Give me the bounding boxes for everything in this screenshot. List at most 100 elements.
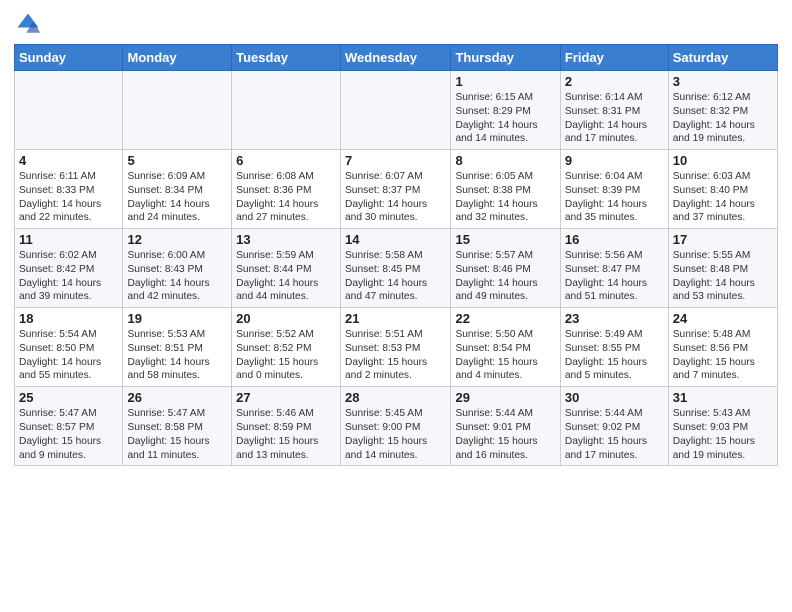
calendar-cell: 5 Sunrise: 6:09 AM Sunset: 8:34 PM Daylig… (123, 150, 232, 229)
day-info: Sunrise: 5:45 AM Sunset: 9:00 PM Dayligh… (345, 407, 446, 462)
day-number: 16 (565, 232, 664, 247)
logo-icon (14, 10, 42, 38)
day-info: Sunrise: 6:02 AM Sunset: 8:42 PM Dayligh… (19, 249, 118, 304)
day-info: Sunrise: 6:14 AM Sunset: 8:31 PM Dayligh… (565, 91, 664, 146)
day-info: Sunrise: 5:54 AM Sunset: 8:50 PM Dayligh… (19, 328, 118, 383)
day-number: 28 (345, 390, 446, 405)
weekday-header-saturday: Saturday (668, 45, 777, 71)
weekday-header-thursday: Thursday (451, 45, 560, 71)
day-number: 30 (565, 390, 664, 405)
day-info: Sunrise: 5:47 AM Sunset: 8:57 PM Dayligh… (19, 407, 118, 462)
calendar-cell: 2 Sunrise: 6:14 AM Sunset: 8:31 PM Daylig… (560, 71, 668, 150)
day-info: Sunrise: 5:51 AM Sunset: 8:53 PM Dayligh… (345, 328, 446, 383)
day-info: Sunrise: 6:05 AM Sunset: 8:38 PM Dayligh… (455, 170, 555, 225)
calendar-cell: 19 Sunrise: 5:53 AM Sunset: 8:51 PM Dayli… (123, 308, 232, 387)
calendar-cell: 1Sunrise: 6:15 AM Sunset: 8:29 PM Daylig… (451, 71, 560, 150)
calendar-cell: 16 Sunrise: 5:56 AM Sunset: 8:47 PM Dayli… (560, 229, 668, 308)
day-number: 2 (565, 74, 664, 89)
calendar-cell: 9 Sunrise: 6:04 AM Sunset: 8:39 PM Daylig… (560, 150, 668, 229)
day-info: Sunrise: 6:11 AM Sunset: 8:33 PM Dayligh… (19, 170, 118, 225)
day-number: 21 (345, 311, 446, 326)
day-info: Sunrise: 5:43 AM Sunset: 9:03 PM Dayligh… (673, 407, 773, 462)
calendar-cell (341, 71, 451, 150)
day-info: Sunrise: 6:03 AM Sunset: 8:40 PM Dayligh… (673, 170, 773, 225)
day-number: 19 (127, 311, 227, 326)
day-number: 23 (565, 311, 664, 326)
calendar-cell: 14Sunrise: 5:58 AM Sunset: 8:45 PM Dayli… (341, 229, 451, 308)
day-number: 17 (673, 232, 773, 247)
calendar-cell (15, 71, 123, 150)
calendar-cell: 4 Sunrise: 6:11 AM Sunset: 8:33 PM Daylig… (15, 150, 123, 229)
weekday-header-friday: Friday (560, 45, 668, 71)
day-number: 9 (565, 153, 664, 168)
calendar-cell: 6 Sunrise: 6:08 AM Sunset: 8:36 PM Daylig… (232, 150, 341, 229)
day-number: 12 (127, 232, 227, 247)
day-number: 15 (455, 232, 555, 247)
calendar-cell: 20 Sunrise: 5:52 AM Sunset: 8:52 PM Dayli… (232, 308, 341, 387)
day-number: 6 (236, 153, 336, 168)
calendar-cell: 23 Sunrise: 5:49 AM Sunset: 8:55 PM Dayli… (560, 308, 668, 387)
calendar-cell: 27 Sunrise: 5:46 AM Sunset: 8:59 PM Dayli… (232, 387, 341, 466)
day-info: Sunrise: 5:52 AM Sunset: 8:52 PM Dayligh… (236, 328, 336, 383)
weekday-header-sunday: Sunday (15, 45, 123, 71)
calendar-cell: 8 Sunrise: 6:05 AM Sunset: 8:38 PM Daylig… (451, 150, 560, 229)
day-number: 29 (455, 390, 555, 405)
calendar-cell: 13Sunrise: 5:59 AM Sunset: 8:44 PM Dayli… (232, 229, 341, 308)
day-number: 10 (673, 153, 773, 168)
calendar-cell: 31 Sunrise: 5:43 AM Sunset: 9:03 PM Dayli… (668, 387, 777, 466)
calendar-cell: 15Sunrise: 5:57 AM Sunset: 8:46 PM Dayli… (451, 229, 560, 308)
weekday-header-wednesday: Wednesday (341, 45, 451, 71)
day-info: Sunrise: 6:07 AM Sunset: 8:37 PM Dayligh… (345, 170, 446, 225)
day-info: Sunrise: 6:08 AM Sunset: 8:36 PM Dayligh… (236, 170, 336, 225)
day-number: 20 (236, 311, 336, 326)
calendar-cell: 30 Sunrise: 5:44 AM Sunset: 9:02 PM Dayli… (560, 387, 668, 466)
calendar: SundayMondayTuesdayWednesdayThursdayFrid… (14, 44, 778, 466)
day-number: 5 (127, 153, 227, 168)
header (14, 10, 778, 38)
weekday-header-monday: Monday (123, 45, 232, 71)
calendar-cell: 3 Sunrise: 6:12 AM Sunset: 8:32 PM Daylig… (668, 71, 777, 150)
calendar-cell: 18 Sunrise: 5:54 AM Sunset: 8:50 PM Dayli… (15, 308, 123, 387)
day-number: 27 (236, 390, 336, 405)
calendar-cell: 17 Sunrise: 5:55 AM Sunset: 8:48 PM Dayli… (668, 229, 777, 308)
day-info: Sunrise: 5:55 AM Sunset: 8:48 PM Dayligh… (673, 249, 773, 304)
calendar-cell: 29 Sunrise: 5:44 AM Sunset: 9:01 PM Dayli… (451, 387, 560, 466)
day-info: Sunrise: 6:12 AM Sunset: 8:32 PM Dayligh… (673, 91, 773, 146)
calendar-cell: 11 Sunrise: 6:02 AM Sunset: 8:42 PM Dayli… (15, 229, 123, 308)
day-number: 25 (19, 390, 118, 405)
calendar-cell: 22 Sunrise: 5:50 AM Sunset: 8:54 PM Dayli… (451, 308, 560, 387)
day-info: Sunrise: 6:09 AM Sunset: 8:34 PM Dayligh… (127, 170, 227, 225)
calendar-cell: 12 Sunrise: 6:00 AM Sunset: 8:43 PM Dayli… (123, 229, 232, 308)
calendar-cell: 26 Sunrise: 5:47 AM Sunset: 8:58 PM Dayli… (123, 387, 232, 466)
calendar-cell (123, 71, 232, 150)
day-info: Sunrise: 5:44 AM Sunset: 9:01 PM Dayligh… (455, 407, 555, 462)
calendar-cell: 25 Sunrise: 5:47 AM Sunset: 8:57 PM Dayli… (15, 387, 123, 466)
day-info: Sunrise: 5:58 AM Sunset: 8:45 PM Dayligh… (345, 249, 446, 304)
day-info: Sunrise: 5:49 AM Sunset: 8:55 PM Dayligh… (565, 328, 664, 383)
weekday-header-tuesday: Tuesday (232, 45, 341, 71)
calendar-cell: 7Sunrise: 6:07 AM Sunset: 8:37 PM Daylig… (341, 150, 451, 229)
day-number: 22 (455, 311, 555, 326)
day-info: Sunrise: 5:56 AM Sunset: 8:47 PM Dayligh… (565, 249, 664, 304)
day-number: 11 (19, 232, 118, 247)
day-info: Sunrise: 6:00 AM Sunset: 8:43 PM Dayligh… (127, 249, 227, 304)
day-info: Sunrise: 5:44 AM Sunset: 9:02 PM Dayligh… (565, 407, 664, 462)
day-number: 26 (127, 390, 227, 405)
calendar-cell: 10 Sunrise: 6:03 AM Sunset: 8:40 PM Dayli… (668, 150, 777, 229)
day-number: 18 (19, 311, 118, 326)
day-info: Sunrise: 5:53 AM Sunset: 8:51 PM Dayligh… (127, 328, 227, 383)
calendar-cell: 28 Sunrise: 5:45 AM Sunset: 9:00 PM Dayli… (341, 387, 451, 466)
day-number: 31 (673, 390, 773, 405)
calendar-cell: 21 Sunrise: 5:51 AM Sunset: 8:53 PM Dayli… (341, 308, 451, 387)
day-info: Sunrise: 6:04 AM Sunset: 8:39 PM Dayligh… (565, 170, 664, 225)
day-info: Sunrise: 5:50 AM Sunset: 8:54 PM Dayligh… (455, 328, 555, 383)
calendar-cell (232, 71, 341, 150)
day-number: 24 (673, 311, 773, 326)
day-info: Sunrise: 5:59 AM Sunset: 8:44 PM Dayligh… (236, 249, 336, 304)
day-number: 8 (455, 153, 555, 168)
calendar-cell: 24Sunrise: 5:48 AM Sunset: 8:56 PM Dayli… (668, 308, 777, 387)
day-info: Sunrise: 5:46 AM Sunset: 8:59 PM Dayligh… (236, 407, 336, 462)
day-number: 3 (673, 74, 773, 89)
day-number: 4 (19, 153, 118, 168)
day-info: Sunrise: 5:47 AM Sunset: 8:58 PM Dayligh… (127, 407, 227, 462)
